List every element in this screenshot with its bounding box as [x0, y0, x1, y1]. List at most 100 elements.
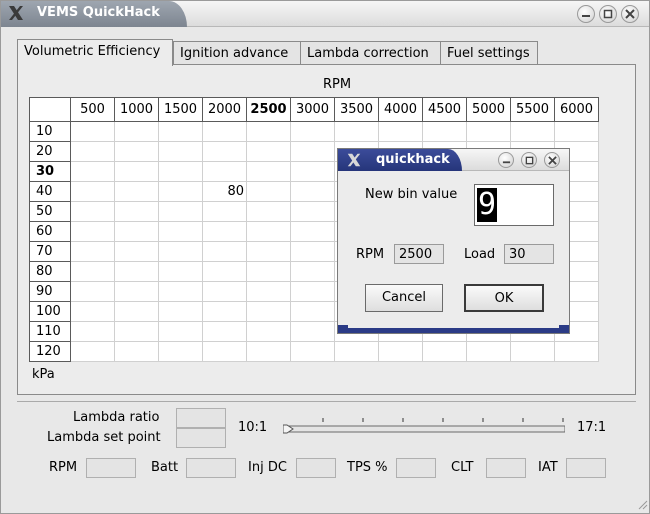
maximize-button[interactable]: [599, 5, 617, 23]
ve-cell[interactable]: [70, 241, 115, 262]
ve-cell[interactable]: [114, 341, 159, 362]
ve-cell[interactable]: [114, 141, 159, 162]
ve-cell[interactable]: [158, 321, 203, 342]
ve-cell[interactable]: [70, 261, 115, 282]
ve-cell[interactable]: [158, 241, 203, 262]
ve-cell[interactable]: [202, 161, 247, 182]
ve-cell[interactable]: [114, 261, 159, 282]
ve-cell[interactable]: [510, 121, 555, 142]
ve-cell[interactable]: [158, 221, 203, 242]
ve-cell[interactable]: [202, 281, 247, 302]
ve-cell[interactable]: [554, 121, 599, 142]
ve-cell[interactable]: [510, 341, 555, 362]
ve-cell[interactable]: [158, 181, 203, 202]
ve-cell[interactable]: [290, 221, 335, 242]
lambda-slider[interactable]: [283, 418, 565, 438]
ve-cell[interactable]: [246, 141, 291, 162]
ve-cell[interactable]: [202, 201, 247, 222]
ve-cell[interactable]: [202, 141, 247, 162]
ve-cell[interactable]: [70, 141, 115, 162]
ve-cell[interactable]: [554, 341, 599, 362]
ve-cell[interactable]: [422, 121, 467, 142]
ve-cell[interactable]: [246, 321, 291, 342]
ve-cell[interactable]: [114, 321, 159, 342]
ve-cell[interactable]: [114, 281, 159, 302]
ve-cell[interactable]: [114, 121, 159, 142]
ok-button[interactable]: OK: [464, 284, 544, 312]
cancel-button[interactable]: Cancel: [365, 284, 443, 312]
ve-cell[interactable]: [158, 301, 203, 322]
tab-fuel-settings[interactable]: Fuel settings: [440, 41, 538, 65]
ve-cell[interactable]: [158, 161, 203, 182]
ve-cell[interactable]: [70, 281, 115, 302]
ve-cell[interactable]: [158, 261, 203, 282]
ve-cell[interactable]: [290, 121, 335, 142]
window-titlebar[interactable]: VEMS QuickHack: [1, 1, 649, 27]
dialog-titlebar[interactable]: quickhack: [338, 149, 569, 171]
ve-cell[interactable]: [114, 241, 159, 262]
ve-cell[interactable]: [466, 121, 511, 142]
minimize-button[interactable]: [577, 5, 595, 23]
dialog-minimize-button[interactable]: [498, 152, 514, 168]
ve-cell[interactable]: [202, 121, 247, 142]
tab-volumetric-efficiency[interactable]: Volumetric Efficiency: [17, 39, 173, 66]
ve-cell[interactable]: [202, 341, 247, 362]
ve-cell[interactable]: [290, 181, 335, 202]
ve-cell[interactable]: [334, 121, 379, 142]
ve-cell[interactable]: [334, 341, 379, 362]
close-button[interactable]: [621, 5, 639, 23]
ve-cell[interactable]: [290, 261, 335, 282]
ve-cell[interactable]: 80: [202, 181, 247, 202]
ve-cell[interactable]: [246, 301, 291, 322]
ve-cell[interactable]: [378, 341, 423, 362]
ve-cell[interactable]: [70, 341, 115, 362]
ve-cell[interactable]: [114, 161, 159, 182]
ve-cell[interactable]: [290, 201, 335, 222]
ve-cell[interactable]: [246, 201, 291, 222]
ve-cell[interactable]: [422, 341, 467, 362]
dialog-maximize-button[interactable]: [521, 152, 537, 168]
ve-cell[interactable]: [202, 261, 247, 282]
ve-cell[interactable]: [290, 321, 335, 342]
ve-cell[interactable]: [202, 301, 247, 322]
ve-cell[interactable]: [290, 341, 335, 362]
ve-cell[interactable]: [246, 181, 291, 202]
ve-cell[interactable]: [246, 261, 291, 282]
ve-cell[interactable]: [158, 201, 203, 222]
ve-cell[interactable]: [114, 301, 159, 322]
ve-cell[interactable]: [290, 301, 335, 322]
ve-cell[interactable]: [466, 341, 511, 362]
ve-cell[interactable]: [246, 121, 291, 142]
ve-cell[interactable]: [70, 121, 115, 142]
ve-cell[interactable]: [246, 161, 291, 182]
dialog-close-button[interactable]: [544, 152, 560, 168]
ve-cell[interactable]: [246, 281, 291, 302]
ve-cell[interactable]: [158, 141, 203, 162]
ve-cell[interactable]: [158, 281, 203, 302]
tab-ignition-advance[interactable]: Ignition advance: [173, 41, 301, 65]
ve-cell[interactable]: [202, 241, 247, 262]
ve-cell[interactable]: [246, 241, 291, 262]
ve-cell[interactable]: [114, 221, 159, 242]
ve-cell[interactable]: [70, 181, 115, 202]
ve-cell[interactable]: [290, 281, 335, 302]
ve-cell[interactable]: [114, 181, 159, 202]
ve-cell[interactable]: [246, 341, 291, 362]
ve-cell[interactable]: [158, 341, 203, 362]
new-bin-value-input[interactable]: 9: [474, 184, 554, 226]
tab-lambda-correction[interactable]: Lambda correction: [300, 41, 441, 65]
ve-cell[interactable]: [70, 201, 115, 222]
ve-cell[interactable]: [290, 241, 335, 262]
resize-grip-icon[interactable]: [636, 498, 648, 510]
ve-cell[interactable]: [70, 161, 115, 182]
ve-cell[interactable]: [70, 301, 115, 322]
ve-cell[interactable]: [158, 121, 203, 142]
ve-cell[interactable]: [290, 161, 335, 182]
ve-cell[interactable]: [378, 121, 423, 142]
ve-cell[interactable]: [290, 141, 335, 162]
ve-cell[interactable]: [70, 221, 115, 242]
ve-cell[interactable]: [70, 321, 115, 342]
ve-cell[interactable]: [246, 221, 291, 242]
ve-cell[interactable]: [114, 201, 159, 222]
ve-cell[interactable]: [202, 321, 247, 342]
